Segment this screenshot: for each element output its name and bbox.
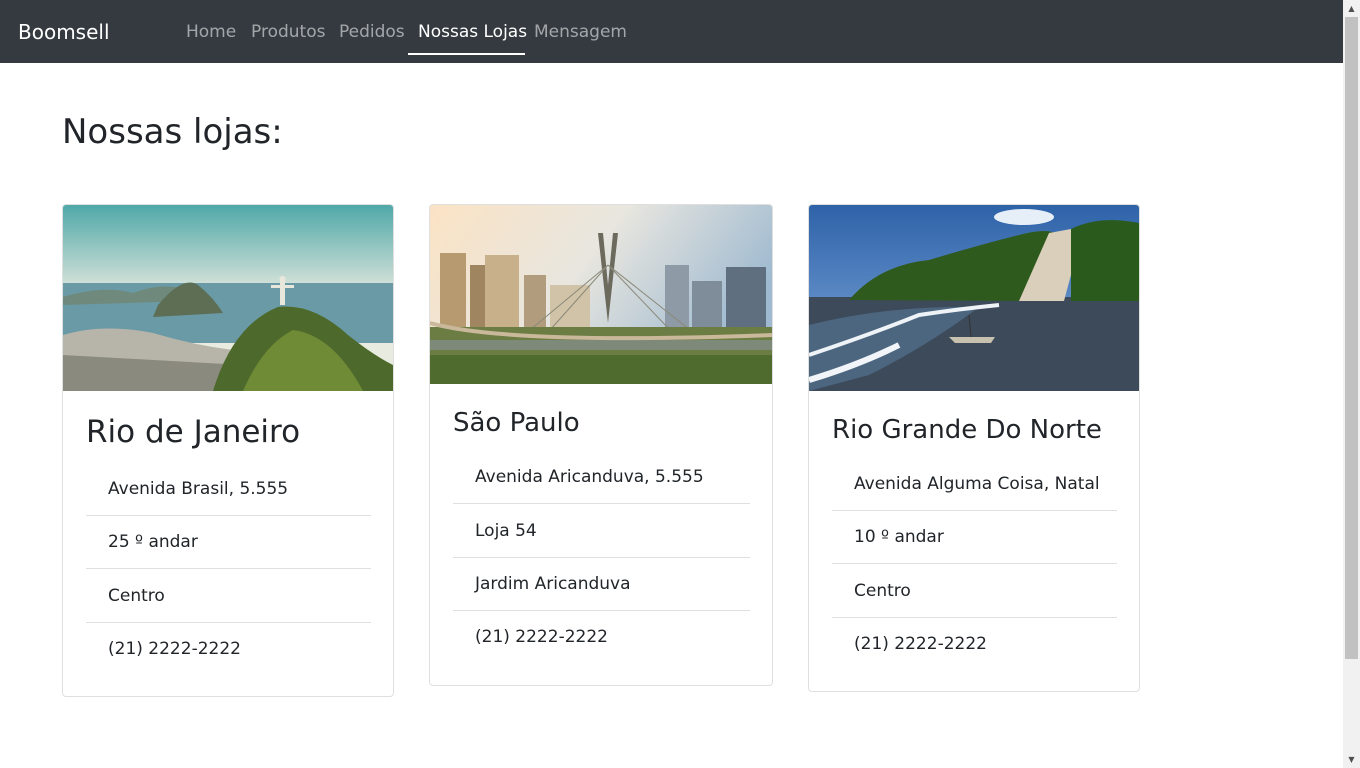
store-card-rio-grande-do-norte: Rio Grande Do Norte Avenida Alguma Coisa…: [808, 204, 1140, 692]
store-address: Avenida Brasil, 5.555: [86, 463, 371, 516]
store-phone: (21) 2222-2222: [854, 634, 987, 654]
scroll-up-arrow-icon[interactable]: ▲: [1343, 0, 1360, 17]
store-card-sao-paulo: São Paulo Avenida Aricanduva, 5.555 Loja…: [429, 204, 773, 686]
store-name: Rio Grande Do Norte: [832, 415, 1102, 445]
store-district: Centro: [832, 564, 1117, 618]
nav-link-pedidos[interactable]: Pedidos: [339, 20, 405, 44]
store-phone: (21) 2222-2222: [108, 639, 241, 659]
store-detail: 10 º andar: [832, 511, 1117, 564]
store-address: Avenida Alguma Coisa, Natal: [832, 458, 1117, 511]
active-tab-indicator: [408, 53, 525, 55]
store-image-sao-paulo: [430, 205, 772, 384]
nav-link-home[interactable]: Home: [186, 20, 236, 44]
store-image-rio-grande-do-norte: [809, 205, 1139, 391]
scroll-thumb[interactable]: [1345, 17, 1358, 659]
store-detail: Loja 54: [453, 504, 750, 558]
store-district: Centro: [86, 569, 371, 623]
store-card-rio-de-janeiro: Rio de Janeiro Avenida Brasil, 5.555 25 …: [62, 204, 394, 697]
store-info-list: Avenida Aricanduva, 5.555 Loja 54 Jardim…: [453, 451, 750, 664]
page: Boomsell Home Produtos Pedidos Nossas Lo…: [0, 0, 1343, 768]
scroll-down-arrow-icon[interactable]: ▼: [1343, 751, 1360, 768]
store-detail: 25 º andar: [86, 516, 371, 569]
store-info-list: Avenida Brasil, 5.555 25 º andar Centro …: [86, 463, 371, 676]
store-district: Jardim Aricanduva: [453, 558, 750, 611]
store-address: Avenida Aricanduva, 5.555: [453, 451, 750, 504]
nav-link-produtos[interactable]: Produtos: [251, 20, 325, 44]
vertical-scrollbar[interactable]: ▲ ▼: [1343, 0, 1360, 768]
store-phone: (21) 2222-2222: [475, 627, 608, 647]
store-name: São Paulo: [453, 408, 580, 438]
nav-link-nossas-lojas[interactable]: Nossas Lojas: [418, 20, 527, 44]
brand-logo[interactable]: Boomsell: [18, 18, 110, 46]
navbar: Boomsell Home Produtos Pedidos Nossas Lo…: [0, 0, 1343, 63]
nav-link-mensagem[interactable]: Mensagem: [534, 20, 627, 44]
store-info-list: Avenida Alguma Coisa, Natal 10 º andar C…: [832, 458, 1117, 671]
store-name: Rio de Janeiro: [86, 414, 301, 450]
page-title: Nossas lojas:: [62, 112, 283, 152]
store-image-rio-de-janeiro: [63, 205, 393, 391]
